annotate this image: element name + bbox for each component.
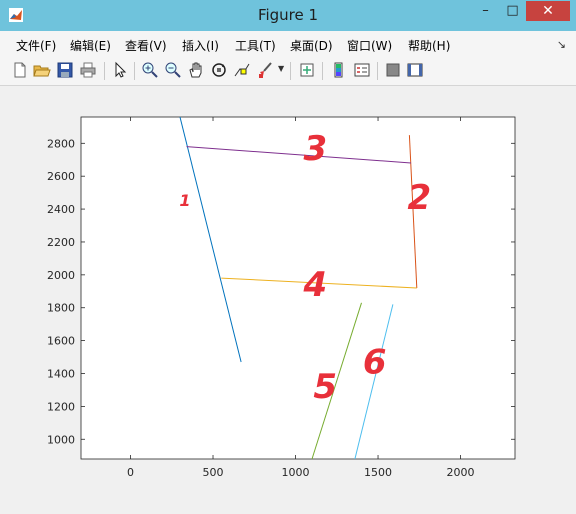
y-tick-label: 2000 [47,269,75,282]
annotation-label-2: 2 [407,178,431,218]
pointer-icon[interactable] [111,61,129,79]
toolbar-separator [322,62,323,80]
minimize-button[interactable]: – [472,1,499,21]
y-tick-label: 2400 [47,203,75,216]
y-tick-label: 2800 [47,137,75,150]
dock-arrow-icon[interactable]: ↘ [557,38,566,51]
annotation-label-5: 5 [313,367,337,407]
data-cursor-icon[interactable] [233,61,251,79]
menu-file[interactable]: 文件(F) [16,37,56,54]
maximize-button[interactable]: □ [499,1,526,21]
annotation-label-1: 1 [179,191,190,210]
brush-icon[interactable] [256,61,274,79]
pan-icon[interactable] [187,61,205,79]
menu-insert[interactable]: 插入(I) [182,37,219,54]
x-tick-label: 0 [127,466,134,479]
y-tick-label: 1200 [47,400,75,413]
y-tick-label: 1600 [47,335,75,348]
zoom-in-icon[interactable] [141,61,159,79]
annotation-label-3: 3 [303,129,327,169]
toolbar-separator [377,62,378,80]
menu-desktop[interactable]: 桌面(D) [290,37,333,54]
open-file-icon[interactable] [33,61,51,79]
hide-plot-tools-icon[interactable] [384,61,402,79]
save-icon[interactable] [56,61,74,79]
annotation-label-4: 4 [302,265,327,305]
link-plot-icon[interactable] [298,61,316,79]
menu-help[interactable]: 帮助(H) [408,37,450,54]
y-tick-label: 2600 [47,170,75,183]
toolbar: ▼ [0,57,576,86]
toolbar-separator [290,62,291,80]
rotate-3d-icon[interactable] [210,61,228,79]
y-tick-label: 1000 [47,433,75,446]
new-figure-icon[interactable] [11,61,29,79]
title-bar: Figure 1 – □ ✕ [0,0,576,31]
x-tick-label: 500 [203,466,224,479]
y-tick-label: 2200 [47,236,75,249]
colorbar-icon[interactable] [330,61,348,79]
toolbar-separator [134,62,135,80]
x-tick-label: 1000 [282,466,310,479]
plot-canvas[interactable]: 0 500 1000 1500 2000 1000 1200 1400 1600 1800 2000… [8,86,568,506]
print-icon[interactable] [79,61,97,79]
x-tick-label: 2000 [447,466,475,479]
annotation-label-6: 6 [363,343,387,383]
show-plot-tools-icon[interactable] [406,61,424,79]
close-button[interactable]: ✕ [526,1,570,21]
menu-window[interactable]: 窗口(W) [347,37,392,54]
y-tick-label: 1800 [47,302,75,315]
toolbar-separator [104,62,105,80]
x-tick-label: 1500 [364,466,392,479]
figure-area: 0 500 1000 1500 2000 1000 1200 1400 1600 1800 2000… [8,86,568,506]
menu-bar: 文件(F) 编辑(E) 查看(V) 插入(I) 工具(T) 桌面(D) 窗口(W… [0,31,576,57]
menu-tools[interactable]: 工具(T) [235,37,276,54]
brush-dropdown-icon[interactable]: ▼ [278,64,284,73]
legend-icon[interactable] [353,61,371,79]
y-tick-label: 1400 [47,368,75,381]
axes-background [80,116,516,460]
zoom-out-icon[interactable] [164,61,182,79]
menu-edit[interactable]: 编辑(E) [70,37,111,54]
menu-view[interactable]: 查看(V) [125,37,167,54]
